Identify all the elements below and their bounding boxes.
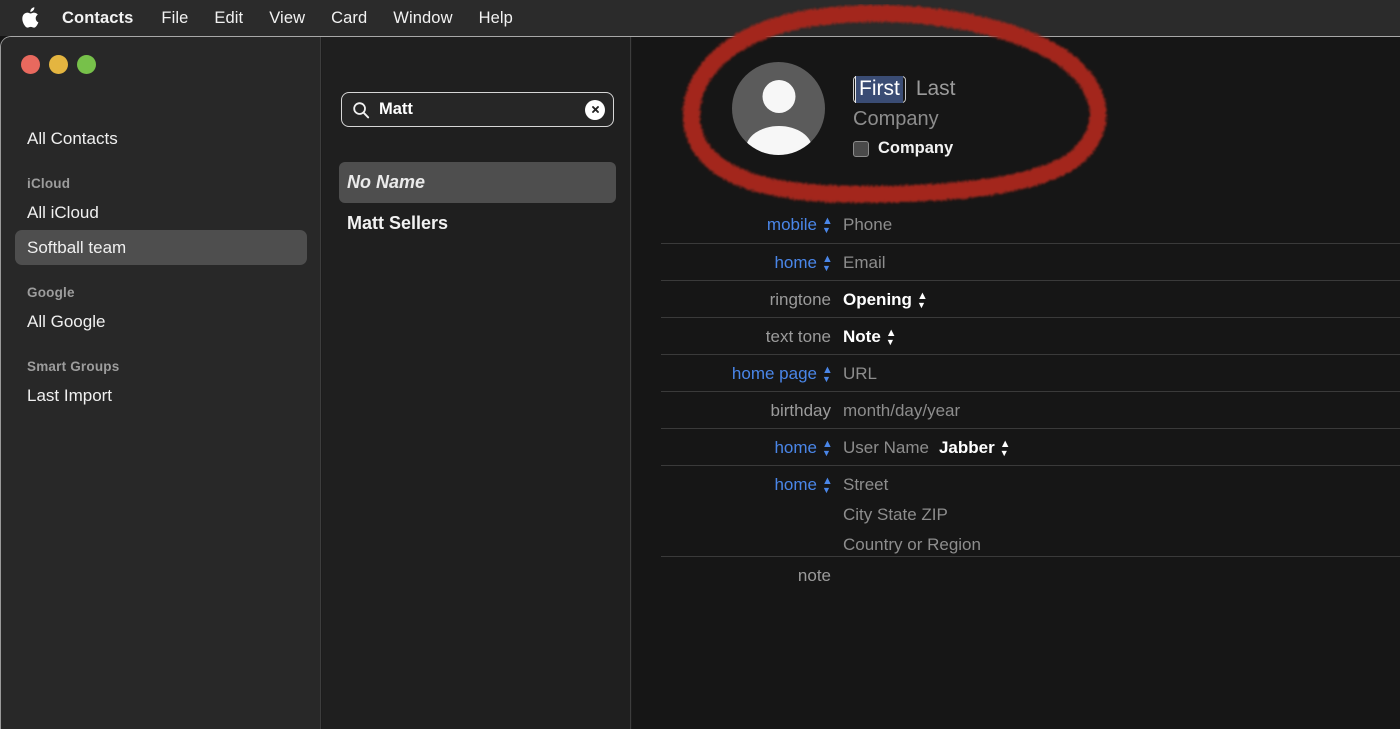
first-name-field[interactable]: First xyxy=(853,76,906,103)
chevron-updown-icon: ▲▼ xyxy=(822,476,831,494)
city-state-zip-value[interactable]: City State ZIP xyxy=(843,504,981,526)
menu-item-view[interactable]: View xyxy=(269,9,305,28)
ringtone-popup[interactable]: Opening ▲▼ xyxy=(843,289,926,311)
menu-bar: Contacts File Edit View Card Window Help xyxy=(0,0,1400,36)
address-block: Street City State ZIP Country or Region xyxy=(831,474,981,556)
email-type-popup[interactable]: home ▲▼ xyxy=(661,252,831,274)
username-value[interactable]: User Name xyxy=(843,437,929,459)
menu-item-card[interactable]: Card xyxy=(331,9,367,28)
zoom-button[interactable] xyxy=(77,55,96,74)
last-name-field[interactable]: Last xyxy=(916,77,956,101)
sidebar-item-last-import[interactable]: Last Import xyxy=(15,378,307,413)
sidebar-section-smart-groups: Smart Groups xyxy=(1,359,321,374)
search-input[interactable]: Matt xyxy=(341,92,614,127)
minimize-button[interactable] xyxy=(49,55,68,74)
contact-list: No Name Matt Sellers xyxy=(339,162,616,244)
country-region-value[interactable]: Country or Region xyxy=(843,534,981,556)
birthday-value[interactable]: month/day/year xyxy=(843,400,960,422)
url-type-popup[interactable]: home page ▲▼ xyxy=(661,363,831,385)
search-icon xyxy=(352,101,370,119)
search-field-wrapper: Matt xyxy=(341,92,614,127)
username-type-popup[interactable]: home ▲▼ xyxy=(661,437,831,459)
email-value[interactable]: Email xyxy=(843,252,886,274)
text-tone-value: Note xyxy=(843,327,881,347)
chevron-updown-icon: ▲▼ xyxy=(1000,439,1009,457)
menu-item-window[interactable]: Window xyxy=(393,9,452,28)
field-row-birthday: birthday month/day/year xyxy=(661,391,1400,428)
chevron-updown-icon: ▲▼ xyxy=(886,328,895,346)
company-checkbox-row[interactable]: Company xyxy=(853,139,956,158)
sidebar-item-all-icloud[interactable]: All iCloud xyxy=(15,195,307,230)
chevron-updown-icon: ▲▼ xyxy=(822,216,831,234)
field-row-text-tone: text tone Note ▲▼ xyxy=(661,317,1400,354)
name-block: First Last Company Company xyxy=(853,62,956,158)
contact-card-header: First Last Company Company xyxy=(732,62,956,158)
username-type-label: home xyxy=(774,438,817,458)
menu-item-edit[interactable]: Edit xyxy=(214,9,243,28)
apple-logo-icon[interactable] xyxy=(20,6,40,30)
name-line: First Last xyxy=(853,75,956,103)
menu-item-help[interactable]: Help xyxy=(479,9,513,28)
sidebar: All Contacts iCloud All iCloud Softball … xyxy=(1,37,321,729)
screen: Contacts File Edit View Card Window Help… xyxy=(0,0,1400,729)
chevron-updown-icon: ▲▼ xyxy=(822,439,831,457)
text-tone-popup[interactable]: Note ▲▼ xyxy=(843,326,895,348)
instant-message-service-value: Jabber xyxy=(939,438,995,458)
close-button[interactable] xyxy=(21,55,40,74)
contacts-window: All Contacts iCloud All iCloud Softball … xyxy=(0,36,1400,729)
contact-list-column: Matt No Name Matt Sellers xyxy=(322,37,631,729)
search-input-value: Matt xyxy=(379,100,585,119)
chevron-updown-icon: ▲▼ xyxy=(822,254,831,272)
person-avatar-icon[interactable] xyxy=(732,62,825,155)
ringtone-value: Opening xyxy=(843,290,912,310)
url-type-label: home page xyxy=(732,364,817,384)
chevron-updown-icon: ▲▼ xyxy=(917,291,926,309)
note-label: note xyxy=(661,565,831,587)
window-controls xyxy=(21,55,96,74)
phone-type-popup[interactable]: mobile ▲▼ xyxy=(661,214,831,236)
sidebar-item-all-contacts[interactable]: All Contacts xyxy=(15,121,307,156)
sidebar-section-icloud: iCloud xyxy=(1,176,321,191)
sidebar-item-all-google[interactable]: All Google xyxy=(15,304,307,339)
sidebar-item-softball-team[interactable]: Softball team xyxy=(15,230,307,265)
phone-type-label: mobile xyxy=(767,215,817,235)
avatar-body xyxy=(746,126,812,155)
avatar-head xyxy=(762,80,795,113)
contact-fields: mobile ▲▼ Phone home ▲▼ Email ringtone O xyxy=(661,206,1400,593)
contact-detail-pane: First Last Company Company mobile ▲▼ xyxy=(632,37,1400,729)
field-row-phone: mobile ▲▼ Phone xyxy=(661,206,1400,243)
field-row-url: home page ▲▼ URL xyxy=(661,354,1400,391)
email-type-label: home xyxy=(774,253,817,273)
list-item[interactable]: Matt Sellers xyxy=(339,203,616,244)
sidebar-list: All Contacts iCloud All iCloud Softball … xyxy=(1,121,321,413)
menu-item-file[interactable]: File xyxy=(161,9,188,28)
sidebar-section-google: Google xyxy=(1,285,321,300)
field-row-username: home ▲▼ User Name Jabber ▲▼ xyxy=(661,428,1400,465)
company-field[interactable]: Company xyxy=(853,108,956,131)
first-name-value: First xyxy=(855,76,903,103)
field-row-address: home ▲▼ Street City State ZIP Country or… xyxy=(661,465,1400,556)
menu-item-contacts[interactable]: Contacts xyxy=(62,9,133,28)
address-type-label: home xyxy=(774,475,817,495)
clear-search-icon[interactable] xyxy=(585,100,605,120)
ringtone-label: ringtone xyxy=(661,289,831,311)
field-row-ringtone: ringtone Opening ▲▼ xyxy=(661,280,1400,317)
street-value[interactable]: Street xyxy=(843,474,981,496)
phone-value[interactable]: Phone xyxy=(843,214,892,236)
birthday-label: birthday xyxy=(661,400,831,422)
url-value[interactable]: URL xyxy=(843,363,877,385)
text-tone-label: text tone xyxy=(661,326,831,348)
list-item[interactable]: No Name xyxy=(339,162,616,203)
chevron-updown-icon: ▲▼ xyxy=(822,365,831,383)
company-checkbox[interactable] xyxy=(853,141,869,157)
field-row-note: note xyxy=(661,556,1400,593)
address-type-popup[interactable]: home ▲▼ xyxy=(661,474,831,496)
field-row-email: home ▲▼ Email xyxy=(661,243,1400,280)
instant-message-service-popup[interactable]: Jabber ▲▼ xyxy=(939,437,1009,459)
company-checkbox-label: Company xyxy=(878,139,953,158)
